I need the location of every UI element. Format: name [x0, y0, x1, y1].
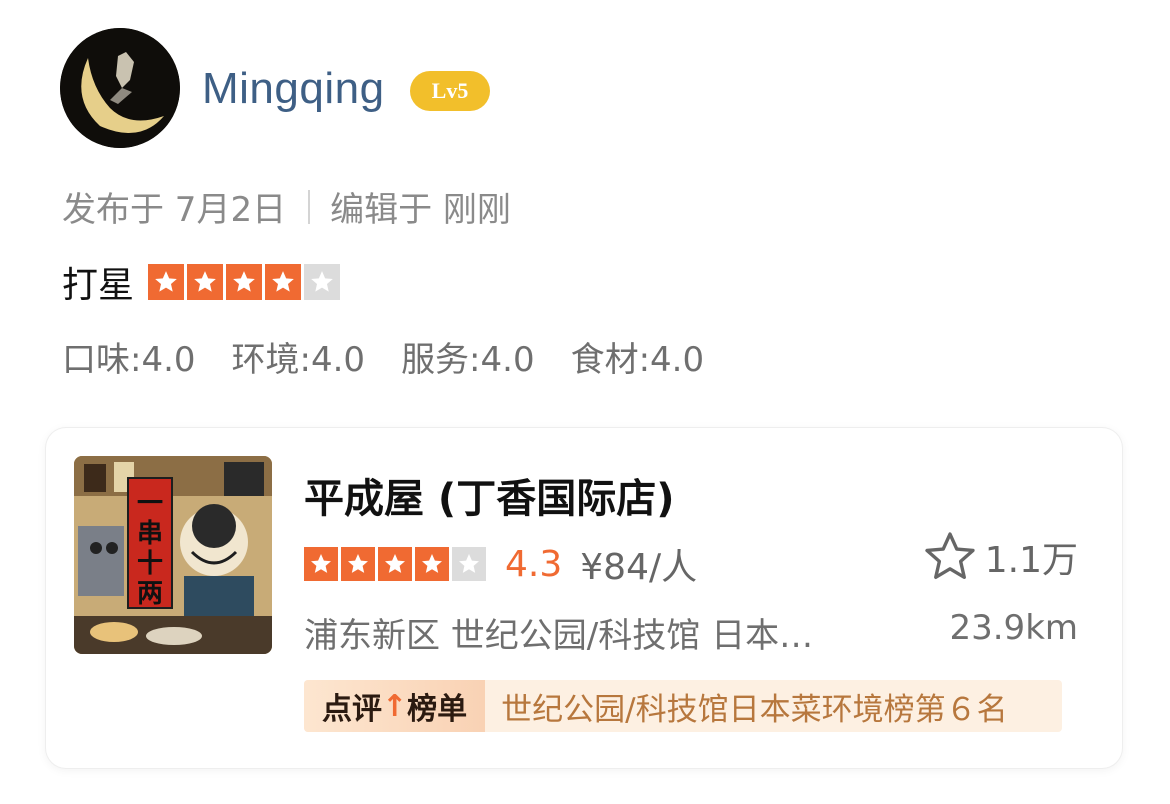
- star-icon: [341, 547, 375, 581]
- image-text-3: 十: [137, 549, 163, 579]
- sub-scores: 口味:4.0 环境:4.0 服务:4.0 食材:4.0: [62, 332, 740, 381]
- rating-stars: [148, 264, 343, 300]
- rank-tag-part-b: 榜单: [407, 692, 468, 727]
- meta-divider: [308, 189, 311, 224]
- user-avatar[interactable]: [60, 28, 180, 148]
- shop-illustration-icon: 一 串 十 两: [74, 456, 272, 654]
- published-date: 发布于 7月2日: [62, 190, 287, 230]
- star-empty-icon: [452, 547, 486, 581]
- subscore-environment: 环境:4.0: [231, 340, 366, 380]
- image-text-1: 一: [137, 489, 163, 519]
- rating-label: 打星: [62, 265, 135, 306]
- shop-stars: [304, 547, 489, 581]
- subscore-taste: 口味:4.0: [62, 340, 196, 380]
- subscore-ingredients: 食材:4.0: [570, 340, 705, 380]
- rank-tag: 点评 ↑ 榜单: [304, 680, 486, 732]
- rank-text: 世纪公园/科技馆日本菜环境榜第６名: [501, 691, 1008, 728]
- star-empty-icon: [304, 264, 341, 300]
- shop-rating: 4.3 ¥84/人: [304, 538, 697, 590]
- edited-time: 编辑于 刚刚: [330, 190, 511, 230]
- rank-tag-part-a: 点评: [322, 692, 382, 727]
- avatar-moon-icon: [60, 28, 180, 148]
- shop-score: 4.3: [505, 543, 563, 585]
- subscore-service: 服务:4.0: [401, 340, 535, 380]
- image-text-4: 两: [137, 579, 163, 609]
- star-icon: [378, 547, 412, 581]
- username[interactable]: Mingqing: [202, 64, 385, 114]
- rank-arrow-icon: ↑: [382, 688, 408, 724]
- shop-distance: 23.9km: [949, 608, 1078, 648]
- shop-price: ¥84/人: [580, 547, 698, 588]
- star-icon: [265, 264, 302, 300]
- star-icon: [187, 264, 224, 300]
- shop-image[interactable]: 一 串 十 两: [74, 456, 272, 654]
- post-meta: 发布于 7月2日 编辑于 刚刚: [62, 182, 511, 231]
- star-icon: [304, 547, 338, 581]
- star-outline-icon: [925, 532, 975, 579]
- shop-location: 浦东新区 世纪公园/科技馆 日本…: [304, 616, 814, 656]
- level-badge: Lv5: [410, 71, 490, 111]
- favorite-button[interactable]: 1.1万: [921, 528, 1078, 586]
- star-icon: [226, 264, 263, 300]
- user-rating: 打星: [62, 256, 343, 308]
- shop-name[interactable]: 平成屋 (丁香国际店): [304, 466, 675, 524]
- image-text-2: 串: [137, 519, 163, 549]
- favorite-count: 1.1万: [984, 540, 1078, 581]
- star-icon: [148, 264, 185, 300]
- rank-banner[interactable]: 点评 ↑ 榜单 世纪公园/科技馆日本菜环境榜第６名: [304, 680, 1062, 732]
- shop-card[interactable]: 一 串 十 两 平成屋 (丁香国际店) 4.3 ¥84/人 1.1万 浦东新区 …: [46, 428, 1122, 768]
- star-icon: [415, 547, 449, 581]
